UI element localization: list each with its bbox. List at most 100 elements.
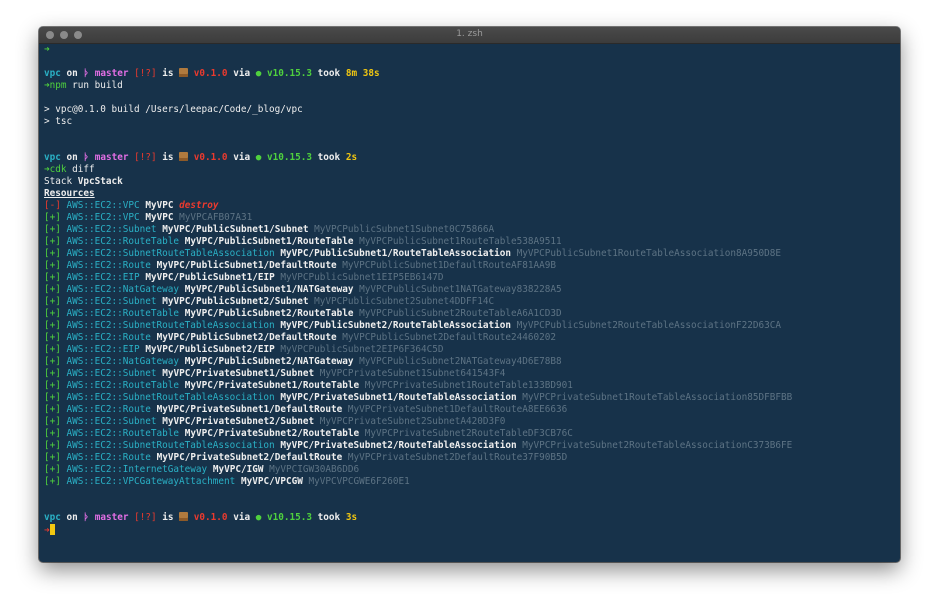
diff-mark: [+]: [44, 392, 61, 403]
command-name: cdk: [49, 164, 67, 175]
prompt-line: vpc on ᚦ master [!?] is v0.1.0 via ● v10…: [44, 512, 900, 524]
resource-path: MyVPC/PrivateSubnet2/RouteTableAssociati…: [280, 440, 517, 451]
resource-type: AWS::EC2::EIP: [66, 344, 140, 355]
logical-id: MyVPCPublicSubnet2RouteTableAssociationF…: [516, 320, 782, 331]
logical-id: MyVPCPrivateSubnet2RouteTableDF3CB76C: [364, 428, 573, 439]
command-args: run build: [66, 80, 123, 91]
output-line: > vpc@0.1.0 build /Users/leepac/Code/_bl…: [44, 104, 900, 116]
resource-row: [+] AWS::EC2::EIP MyVPC/PublicSubnet2/EI…: [44, 344, 900, 356]
resource-type: AWS::EC2::RouteTable: [66, 236, 180, 247]
logical-id: MyVPCPublicSubnet1RouteTableAssociation8…: [516, 248, 782, 259]
resource-row: [+] AWS::EC2::Subnet MyVPC/PublicSubnet2…: [44, 296, 900, 308]
resource-path: MyVPC/PublicSubnet1/DefaultRoute: [156, 260, 337, 271]
stack-label: Stack: [44, 176, 78, 187]
resource-path: MyVPC/PublicSubnet2/RouteTable: [184, 308, 354, 319]
git-branch-icon: ᚦ: [83, 512, 90, 523]
prompt-line: ➜: [44, 44, 900, 56]
resource-path: MyVPC/PrivateSubnet2/DefaultRoute: [156, 452, 343, 463]
resource-type: AWS::EC2::VPCGatewayAttachment: [66, 476, 236, 487]
resource-type: AWS::EC2::NatGateway: [66, 284, 180, 295]
resource-type: AWS::EC2::RouteTable: [66, 308, 180, 319]
resources-header: Resources: [44, 188, 900, 200]
resource-type: AWS::EC2::Route: [66, 404, 151, 415]
prompt-on: on: [66, 152, 78, 163]
resource-row: [+] AWS::EC2::SubnetRouteTableAssociatio…: [44, 392, 900, 404]
output-line: > tsc: [44, 116, 900, 128]
package-icon: [179, 512, 189, 521]
command-line: ➜cdk diff: [44, 164, 900, 176]
resource-path: MyVPC/PrivateSubnet2/Subnet: [162, 416, 315, 427]
diff-mark: [+]: [44, 452, 61, 463]
resource-path: MyVPC/PublicSubnet2/EIP: [145, 344, 275, 355]
diff-mark: [+]: [44, 296, 61, 307]
prompt-on: on: [66, 68, 78, 79]
logical-id: MyVPCPrivateSubnet2RouteTableAssociation…: [522, 440, 793, 451]
diff-mark: [+]: [44, 320, 61, 331]
prompt-is: is: [162, 512, 174, 523]
resource-type: AWS::EC2::VPC: [66, 212, 140, 223]
logical-id: MyVPCPublicSubnet1EIP5EB6147D: [280, 272, 444, 283]
logical-id: MyVPCPrivateSubnet2DefaultRoute37F90B5D: [347, 452, 568, 463]
resource-type: AWS::EC2::VPC: [66, 200, 140, 211]
resource-type: AWS::EC2::RouteTable: [66, 428, 180, 439]
diff-mark: [+]: [44, 224, 61, 235]
command-name: npm: [49, 80, 67, 91]
resource-path: MyVPC/PrivateSubnet2/RouteTable: [184, 428, 360, 439]
resource-type: AWS::EC2::EIP: [66, 272, 140, 283]
prompt-took: took: [317, 152, 341, 163]
diff-mark: [+]: [44, 260, 61, 271]
stack-name: VpcStack: [77, 176, 123, 187]
prompt-via: via: [233, 68, 251, 79]
diff-mark: [+]: [44, 344, 61, 355]
resource-row: [+] AWS::EC2::VPCGatewayAttachment MyVPC…: [44, 476, 900, 488]
node-dot-icon: ●: [255, 68, 262, 79]
resource-type: AWS::EC2::Subnet: [66, 368, 157, 379]
prompt-is: is: [162, 152, 174, 163]
node-version: v10.15.3: [267, 512, 313, 523]
node-version: v10.15.3: [267, 68, 313, 79]
resource-type: AWS::EC2::RouteTable: [66, 380, 180, 391]
package-version: v0.1.0: [193, 68, 228, 79]
resource-path: MyVPC/PublicSubnet2/RouteTableAssociatio…: [280, 320, 511, 331]
command-duration: 8m 38s: [345, 68, 380, 79]
git-branch: master: [94, 512, 129, 523]
logical-id: MyVPCPublicSubnet2EIP6F364C5D: [280, 344, 444, 355]
package-version: v0.1.0: [193, 152, 228, 163]
command-duration: 3s: [345, 512, 358, 523]
logical-id: MyVPCPrivateSubnet1RouteTable133BD901: [364, 380, 573, 391]
destroy-label: destroy: [179, 200, 219, 211]
prompt-via: via: [233, 512, 251, 523]
logical-id: MyVPCPrivateSubnet1DefaultRouteA8EE6636: [347, 404, 568, 415]
blank: [44, 92, 900, 104]
resource-row: [+] AWS::EC2::VPC MyVPC MyVPCAFB07A31: [44, 212, 900, 224]
resources-header: Resources: [44, 188, 95, 199]
resource-row: [+] AWS::EC2::Route MyVPC/PrivateSubnet1…: [44, 404, 900, 416]
terminal-output[interactable]: ➜ vpc on ᚦ master [!?] is v0.1.0 via ● v1…: [44, 44, 900, 536]
prompt-directory: vpc: [44, 68, 61, 79]
resource-row: [+] AWS::EC2::NatGateway MyVPC/PublicSub…: [44, 284, 900, 296]
blank: [44, 140, 900, 152]
resource-row: [+] AWS::EC2::RouteTable MyVPC/PrivateSu…: [44, 428, 900, 440]
resource-path: MyVPC/PrivateSubnet1/RouteTableAssociati…: [280, 392, 517, 403]
resource-row: [+] AWS::EC2::SubnetRouteTableAssociatio…: [44, 248, 900, 260]
git-branch: master: [94, 152, 129, 163]
diff-mark: [+]: [44, 272, 61, 283]
resource-row: [+] AWS::EC2::Route MyVPC/PublicSubnet1/…: [44, 260, 900, 272]
resource-path: MyVPC/PublicSubnet1/Subnet: [162, 224, 309, 235]
resource-row: [+] AWS::EC2::InternetGateway MyVPC/IGW …: [44, 464, 900, 476]
diff-mark: [+]: [44, 284, 61, 295]
resource-row: [+] AWS::EC2::Route MyVPC/PrivateSubnet2…: [44, 452, 900, 464]
diff-mark: [+]: [44, 308, 61, 319]
diff-mark: [+]: [44, 464, 61, 475]
logical-id: MyVPCPublicSubnet1NATGateway838228A5: [359, 284, 562, 295]
resource-row: [+] AWS::EC2::RouteTable MyVPC/PublicSub…: [44, 236, 900, 248]
diff-mark: [+]: [44, 212, 61, 223]
resource-path: MyVPC/PublicSubnet1/NATGateway: [184, 284, 354, 295]
prompt-via: via: [233, 152, 251, 163]
resource-path: MyVPC/PublicSubnet2/DefaultRoute: [156, 332, 337, 343]
resource-row: [+] AWS::EC2::Subnet MyVPC/PublicSubnet1…: [44, 224, 900, 236]
package-icon: [179, 152, 189, 161]
node-version: v10.15.3: [267, 152, 313, 163]
resource-type: AWS::EC2::SubnetRouteTableAssociation: [66, 440, 275, 451]
resource-type: AWS::EC2::Subnet: [66, 296, 157, 307]
